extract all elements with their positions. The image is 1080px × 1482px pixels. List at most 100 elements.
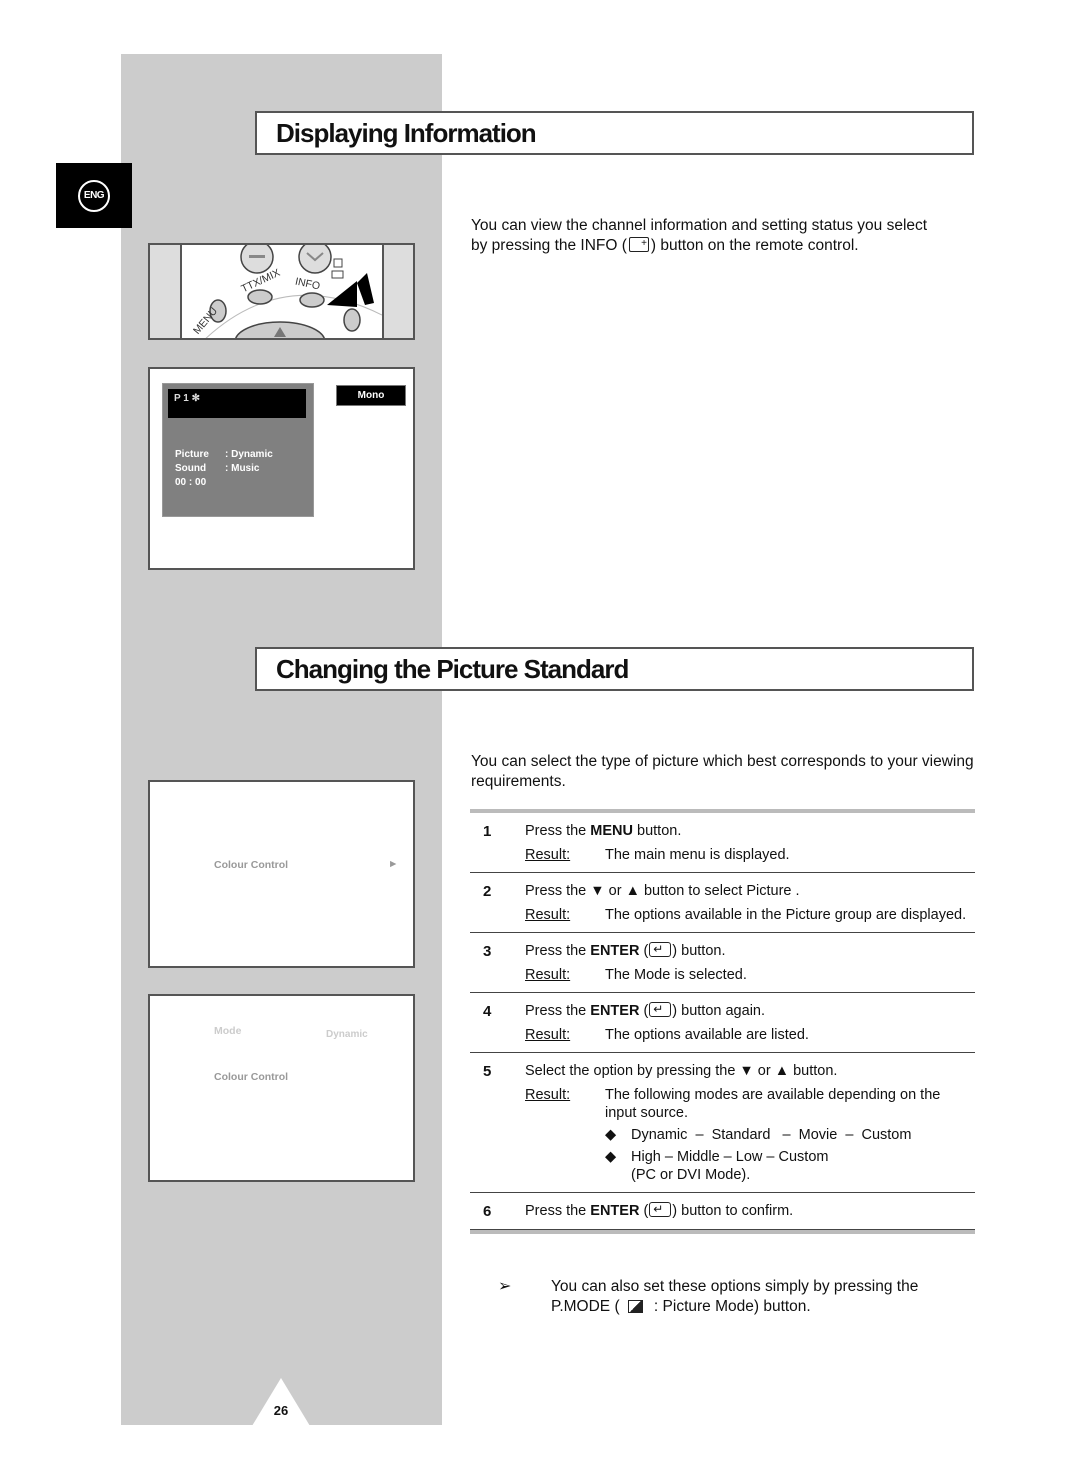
mode-list-text: High – Middle – Low – Custom (PC or DVI … bbox=[631, 1149, 829, 1183]
step-text: ) button to confirm. bbox=[672, 1203, 794, 1219]
step-instruction: Press the MENU button. bbox=[525, 821, 975, 841]
language-tab: ENG bbox=[56, 163, 132, 228]
osd-row-picture: Picture : Dynamic bbox=[175, 448, 273, 462]
step-number: 1 bbox=[483, 823, 492, 840]
button-name: ENTER bbox=[590, 1003, 640, 1019]
step-4: 4 Press the ENTER () button again. Resul… bbox=[470, 993, 975, 1053]
intro-line-2-post: ) button on the remote control. bbox=[650, 237, 859, 254]
step-result: Result: The following modes are availabl… bbox=[525, 1086, 975, 1184]
step-instruction: Press the ENTER () button again. bbox=[525, 999, 975, 1021]
note-arrow-icon: ➢ bbox=[498, 1278, 512, 1295]
page-number-marker bbox=[252, 1378, 310, 1426]
section-title-displaying-information: Displaying Information bbox=[255, 111, 974, 155]
step-instruction: Press the ENTER () button. bbox=[525, 939, 975, 961]
enter-icon bbox=[649, 999, 672, 1019]
result-text: The following modes are available depend… bbox=[605, 1087, 941, 1121]
button-name: MENU bbox=[590, 823, 633, 839]
info-osd-screen: P 1 ✻ Picture : Dynamic Sound : Music 00 :… bbox=[148, 367, 415, 570]
step-text: Press the bbox=[525, 823, 591, 839]
menu-screen-1: Colour Control ► bbox=[148, 780, 415, 968]
osd-panel: P 1 ✻ Picture : Dynamic Sound : Music 00 :… bbox=[162, 383, 314, 517]
step-5: 5 Select the option by pressing the ▼ or… bbox=[470, 1053, 975, 1193]
osd-channel-bar: P 1 ✻ bbox=[168, 389, 306, 418]
enter-icon bbox=[649, 939, 672, 959]
section1-intro: You can view the channel information and… bbox=[471, 216, 981, 256]
sound-mode-badge: Mono bbox=[336, 385, 406, 406]
note-line-2-post: : Picture Mode) button. bbox=[649, 1298, 811, 1315]
result-label: Result: bbox=[525, 847, 571, 863]
step-text: Press the bbox=[525, 1203, 591, 1219]
step-3: 3 Press the ENTER () button. Result: The … bbox=[470, 933, 975, 993]
step-text: Press the bbox=[525, 943, 591, 959]
step-6: 6 Press the ENTER () button to confirm. bbox=[470, 1193, 975, 1230]
steps-table: 1 Press the MENU button. Result: The main… bbox=[470, 809, 975, 1234]
osd-sound-value: : Music bbox=[225, 463, 260, 474]
language-label: ENG bbox=[78, 179, 110, 212]
menu-item-colour-control: Colour Control bbox=[214, 1071, 289, 1083]
step-result: Result: The Mode is selected. bbox=[525, 966, 975, 984]
step-instruction: Select the option by pressing the ▼ or ▲… bbox=[525, 1063, 838, 1079]
osd-row-sound: Sound : Music bbox=[175, 462, 273, 476]
intro-line-2: by pressing the INFO ( ) button on the re… bbox=[471, 234, 981, 256]
step-result: Result: The main menu is displayed. bbox=[525, 846, 975, 864]
step-result: Result: The options available are listed. bbox=[525, 1026, 975, 1044]
step-instruction: Press the ▼ or ▲ button to select Pictur… bbox=[525, 883, 800, 899]
step-number: 4 bbox=[483, 1003, 492, 1020]
intro-line-1: You can view the channel information and… bbox=[471, 217, 928, 234]
tip-note: ➢ You can also set these options simply … bbox=[498, 1277, 978, 1317]
mode-list-text: Dynamic – Standard – Movie – Custom bbox=[631, 1127, 912, 1143]
step-number: 2 bbox=[483, 883, 492, 900]
remote-control-illustration: TTX/MIX INFO MENU bbox=[148, 243, 415, 340]
note-text: You can also set these options simply by… bbox=[551, 1277, 918, 1317]
osd-picture-label: Picture bbox=[175, 449, 209, 460]
enter-icon bbox=[649, 1199, 672, 1219]
step-number: 6 bbox=[483, 1203, 492, 1220]
table-bottom-rule bbox=[470, 1230, 975, 1234]
submenu-arrow-icon: ► bbox=[388, 858, 399, 870]
osd-status-lines: Picture : Dynamic Sound : Music 00 : 00 bbox=[175, 448, 273, 490]
step-text: ) button again. bbox=[672, 1003, 766, 1019]
remote-buttons-icon bbox=[205, 245, 383, 338]
result-label: Result: bbox=[525, 1027, 571, 1043]
step-number: 5 bbox=[483, 1063, 492, 1080]
note-line-1: You can also set these options simply by… bbox=[551, 1278, 919, 1295]
step-result: Result: The options available in the Pict… bbox=[525, 906, 975, 924]
button-name: ENTER bbox=[590, 943, 640, 959]
step-1: 1 Press the MENU button. Result: The main… bbox=[470, 813, 975, 873]
osd-sound-label: Sound bbox=[175, 463, 207, 474]
menu-item-colour-control: Colour Control bbox=[214, 859, 289, 871]
info-button-icon bbox=[628, 234, 649, 254]
result-text: The Mode is selected. bbox=[605, 967, 747, 983]
picture-mode-icon bbox=[620, 1300, 650, 1313]
page-number: 26 bbox=[273, 1403, 289, 1418]
mode-list-item: ◆ High – Middle – Low – Custom (PC or DVI… bbox=[605, 1148, 975, 1184]
menu-screen-2: Mode Dynamic Colour Control bbox=[148, 994, 415, 1182]
note-line-2: P.MODE ( : Picture Mode) button. bbox=[551, 1297, 918, 1317]
diamond-bullet-icon: ◆ bbox=[605, 1149, 617, 1165]
intro-line-2-pre: by pressing the INFO ( bbox=[471, 237, 627, 254]
menu-mode-value: Dynamic bbox=[326, 1029, 368, 1040]
result-label: Result: bbox=[525, 1087, 571, 1103]
remote-body: TTX/MIX INFO MENU bbox=[180, 245, 384, 338]
note-line-2-pre: P.MODE ( bbox=[551, 1298, 620, 1315]
step-text: Press the bbox=[525, 1003, 591, 1019]
osd-time: 00 : 00 bbox=[175, 477, 207, 488]
result-text: The main menu is displayed. bbox=[605, 847, 790, 863]
step-2: 2 Press the ▼ or ▲ button to select Pict… bbox=[470, 873, 975, 933]
step-text: ) button. bbox=[672, 943, 726, 959]
step-instruction: Press the ENTER () button to confirm. bbox=[525, 1199, 975, 1221]
result-body: The following modes are available depend… bbox=[605, 1086, 975, 1184]
section2-intro: You can select the type of picture which… bbox=[471, 753, 974, 790]
result-label: Result: bbox=[525, 967, 571, 983]
mode-list-item: ◆ Dynamic – Standard – Movie – Custom bbox=[605, 1126, 975, 1144]
menu-item-mode: Mode bbox=[214, 1025, 242, 1037]
button-name: ENTER bbox=[590, 1203, 640, 1219]
step-text: button. bbox=[632, 823, 682, 839]
step-number: 3 bbox=[483, 943, 492, 960]
section-title-changing-picture-standard: Changing the Picture Standard bbox=[255, 647, 974, 691]
result-text: The options available in the Picture gro… bbox=[605, 907, 967, 923]
result-text: The options available are listed. bbox=[605, 1027, 809, 1043]
osd-picture-value: : Dynamic bbox=[225, 449, 273, 460]
result-label: Result: bbox=[525, 907, 571, 923]
diamond-bullet-icon: ◆ bbox=[605, 1127, 617, 1143]
